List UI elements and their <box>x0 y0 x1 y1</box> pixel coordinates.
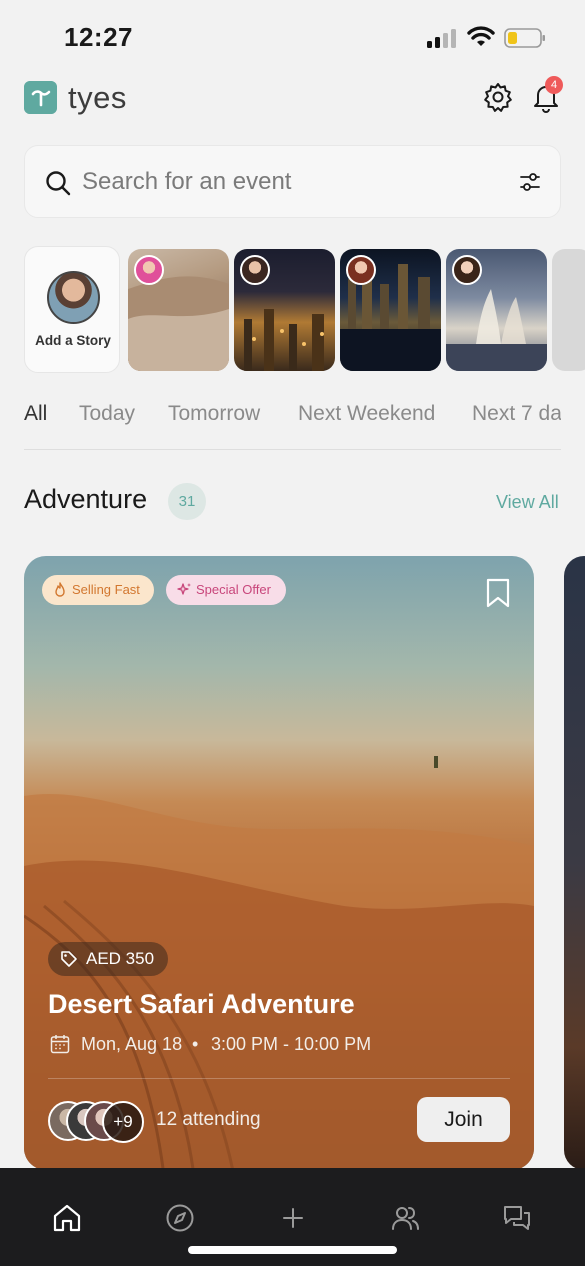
flame-icon <box>55 582 65 597</box>
next-event-card[interactable] <box>564 556 585 1170</box>
search-input[interactable] <box>82 166 482 198</box>
tab-tomorrow[interactable]: Tomorrow <box>168 402 260 426</box>
tab-next-7-days[interactable]: Next 7 da <box>472 402 561 426</box>
story-avatar <box>346 255 376 285</box>
selling-fast-label: Selling Fast <box>72 582 140 597</box>
stories-row: Add a Story <box>24 246 585 374</box>
story-avatar <box>452 255 482 285</box>
section-count-badge: 31 <box>168 483 206 520</box>
add-story-label: Add a Story <box>35 333 111 348</box>
tab-today[interactable]: Today <box>79 402 135 426</box>
event-title: Desert Safari Adventure <box>48 989 355 1019</box>
date-filter-tabs: All Today Tomorrow Next Weekend Next 7 d… <box>24 396 561 450</box>
wifi-icon <box>467 26 495 46</box>
price-value: AED 350 <box>86 949 155 968</box>
view-all-link[interactable]: View All <box>496 492 559 513</box>
tab-all[interactable]: All <box>24 402 47 426</box>
search-bar[interactable] <box>24 145 561 218</box>
app-name: tyes <box>68 80 127 115</box>
user-avatar <box>47 271 100 324</box>
story-fountain[interactable] <box>446 249 547 371</box>
battery-icon <box>504 28 545 48</box>
story-city-night[interactable] <box>234 249 335 371</box>
home-icon[interactable] <box>52 1203 82 1233</box>
search-icon <box>46 171 71 196</box>
filter-icon[interactable] <box>519 171 541 193</box>
meta-separator: • <box>192 1034 199 1054</box>
signal-icon <box>427 29 456 48</box>
selling-fast-badge: Selling Fast <box>42 575 154 605</box>
join-button[interactable]: Join <box>417 1097 510 1142</box>
story-partial[interactable] <box>552 249 585 371</box>
more-attendees-count: +9 <box>102 1101 144 1143</box>
status-bar: 12:27 <box>0 0 585 72</box>
story-avatar <box>240 255 270 285</box>
tag-icon <box>61 951 77 967</box>
bookmark-icon[interactable] <box>486 578 510 608</box>
home-indicator <box>188 1246 397 1254</box>
story-desert[interactable] <box>128 249 229 371</box>
people-icon[interactable] <box>390 1203 420 1233</box>
chat-icon[interactable] <box>502 1203 532 1233</box>
story-marina-night[interactable] <box>340 249 441 371</box>
tab-next-weekend[interactable]: Next Weekend <box>298 402 435 426</box>
notification-badge: 4 <box>545 76 563 94</box>
event-time: 3:00 PM - 10:00 PM <box>211 1034 372 1054</box>
plus-icon[interactable] <box>278 1203 308 1233</box>
settings-icon[interactable] <box>482 81 514 113</box>
app-header: tyes <box>0 76 585 120</box>
special-offer-badge: Special Offer <box>166 575 286 605</box>
event-card[interactable]: Selling Fast Special Offer AED 350 Deser… <box>24 556 534 1170</box>
calendar-icon <box>50 1035 70 1054</box>
add-story-button[interactable]: Add a Story <box>24 246 120 373</box>
status-time: 12:27 <box>64 22 133 52</box>
card-divider <box>48 1078 510 1079</box>
bottom-nav <box>0 1168 585 1266</box>
compass-icon[interactable] <box>165 1203 195 1233</box>
event-date: Mon, Aug 18 <box>81 1034 183 1054</box>
attending-count: 12 attending <box>156 1109 261 1130</box>
special-offer-label: Special Offer <box>196 582 271 597</box>
section-title: Adventure <box>24 484 148 514</box>
price-tag: AED 350 <box>48 942 169 976</box>
sparkle-icon <box>177 583 191 595</box>
story-avatar <box>134 255 164 285</box>
logo-icon <box>24 81 57 114</box>
